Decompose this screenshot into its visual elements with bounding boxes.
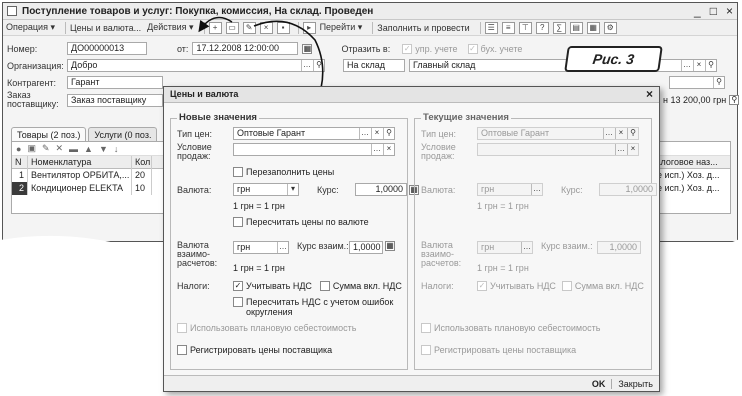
- taxes-label: Налоги:: [177, 281, 210, 291]
- current-values-title: Текущие значения: [421, 112, 511, 123]
- currency-select[interactable]: грн ▾: [233, 183, 299, 196]
- cur-taxes-label: Налоги:: [421, 281, 454, 291]
- cur-rate-label: Курс:: [561, 184, 583, 195]
- recalc-prices-label: Пересчитать цены по валюте: [246, 217, 369, 227]
- settle-rate-calc-icon[interactable]: ▦: [385, 241, 395, 251]
- dialog-title: Цены и валюта: [170, 89, 239, 99]
- register-prices-checkbox[interactable]: [177, 345, 187, 355]
- vat-include-checkbox[interactable]: ✓: [233, 281, 243, 291]
- recalc-vat-label: Пересчитать НДС с учетом ошибок округлен…: [246, 297, 394, 317]
- dialog-close-icon[interactable]: ×: [646, 87, 653, 102]
- cur-plan-cost-label: Использовать плановую себестоимость: [434, 323, 601, 333]
- current-values-group: Текущие значения Тип цен: Оптовые Гарант…: [414, 112, 657, 370]
- settle-rate-field[interactable]: 1,0000: [349, 241, 383, 254]
- cur-currency-field: грн…: [477, 183, 543, 196]
- currency-label: Валюта:: [177, 184, 212, 195]
- cur-settle-rate-field: 1,0000: [597, 241, 641, 254]
- recalc-prices-checkbox[interactable]: [233, 217, 243, 227]
- cur-register-prices-label: Регистрировать цены поставщика: [434, 345, 577, 355]
- dialog-titlebar: Цены и валюта ×: [164, 87, 659, 103]
- cur-currency-label: Валюта:: [421, 184, 456, 195]
- sale-cond-label: Условие продаж:: [177, 142, 212, 161]
- prices-currency-dialog: Цены и валюта × Новые значения Тип цен: …: [163, 86, 660, 392]
- dialog-footer: OK Закрыть: [164, 375, 659, 391]
- cur-settle-rate-label: Курс взаим.:: [541, 241, 593, 251]
- cur-settle-currency-label: Валюта взаимо- расчетов:: [421, 240, 462, 268]
- cur-price-type-field: Оптовые Гарант… × ⚲: [477, 127, 639, 140]
- settle-rate-text: 1 грн = 1 грн: [233, 263, 285, 273]
- plan-cost-label: Использовать плановую себестоимость: [190, 323, 357, 333]
- vat-sum-checkbox[interactable]: [319, 281, 330, 291]
- cur-vat-include-label: Учитывать НДС: [490, 281, 556, 291]
- price-type-label: Тип цен:: [177, 128, 213, 139]
- cur-rate-text: 1 грн = 1 грн: [477, 201, 529, 211]
- cur-register-prices-checkbox: [421, 345, 431, 355]
- cur-plan-cost-checkbox: [421, 323, 431, 333]
- refill-prices-checkbox[interactable]: [233, 167, 243, 177]
- ok-button[interactable]: OK: [592, 379, 606, 389]
- new-values-title: Новые значения: [177, 112, 259, 123]
- refill-prices-label: Перезаполнить цены: [246, 167, 335, 177]
- price-type-field[interactable]: Оптовые Гарант… × ⚲: [233, 127, 395, 140]
- new-values-group: Новые значения Тип цен: Оптовые Гарант… ×…: [170, 112, 419, 370]
- cur-vat-sum-checkbox: [561, 281, 572, 291]
- plan-cost-checkbox[interactable]: [177, 323, 187, 333]
- register-prices-label: Регистрировать цены поставщика: [190, 345, 333, 355]
- cur-vat-sum-label: Сумма вкл. НДС: [574, 281, 644, 291]
- sale-cond-field[interactable]: … ×: [233, 143, 395, 156]
- vat-include-label: Учитывать НДС: [246, 281, 312, 291]
- close-button[interactable]: Закрыть: [618, 379, 653, 389]
- cur-sale-cond-field: … ×: [477, 143, 639, 156]
- rate-text: 1 грн = 1 грн: [233, 201, 285, 211]
- settle-currency-label: Валюта взаимо- расчетов:: [177, 240, 218, 268]
- rate-field[interactable]: 1,0000: [355, 183, 407, 196]
- cur-settle-currency-field: грн…: [477, 241, 533, 254]
- vat-sum-label: Сумма вкл. НДС: [332, 281, 402, 291]
- recalc-vat-checkbox[interactable]: [233, 297, 243, 307]
- settle-rate-label: Курс взаим.:: [297, 241, 349, 251]
- cur-sale-cond-label: Условие продаж:: [421, 142, 456, 161]
- rate-label: Курс:: [317, 184, 339, 195]
- settle-currency-field[interactable]: грн…: [233, 241, 289, 254]
- cur-price-type-label: Тип цен:: [421, 128, 457, 139]
- cur-vat-include-checkbox: ✓: [477, 281, 487, 291]
- cur-rate-field: 1,0000: [599, 183, 657, 196]
- cur-settle-rate-text: 1 грн = 1 грн: [477, 263, 529, 273]
